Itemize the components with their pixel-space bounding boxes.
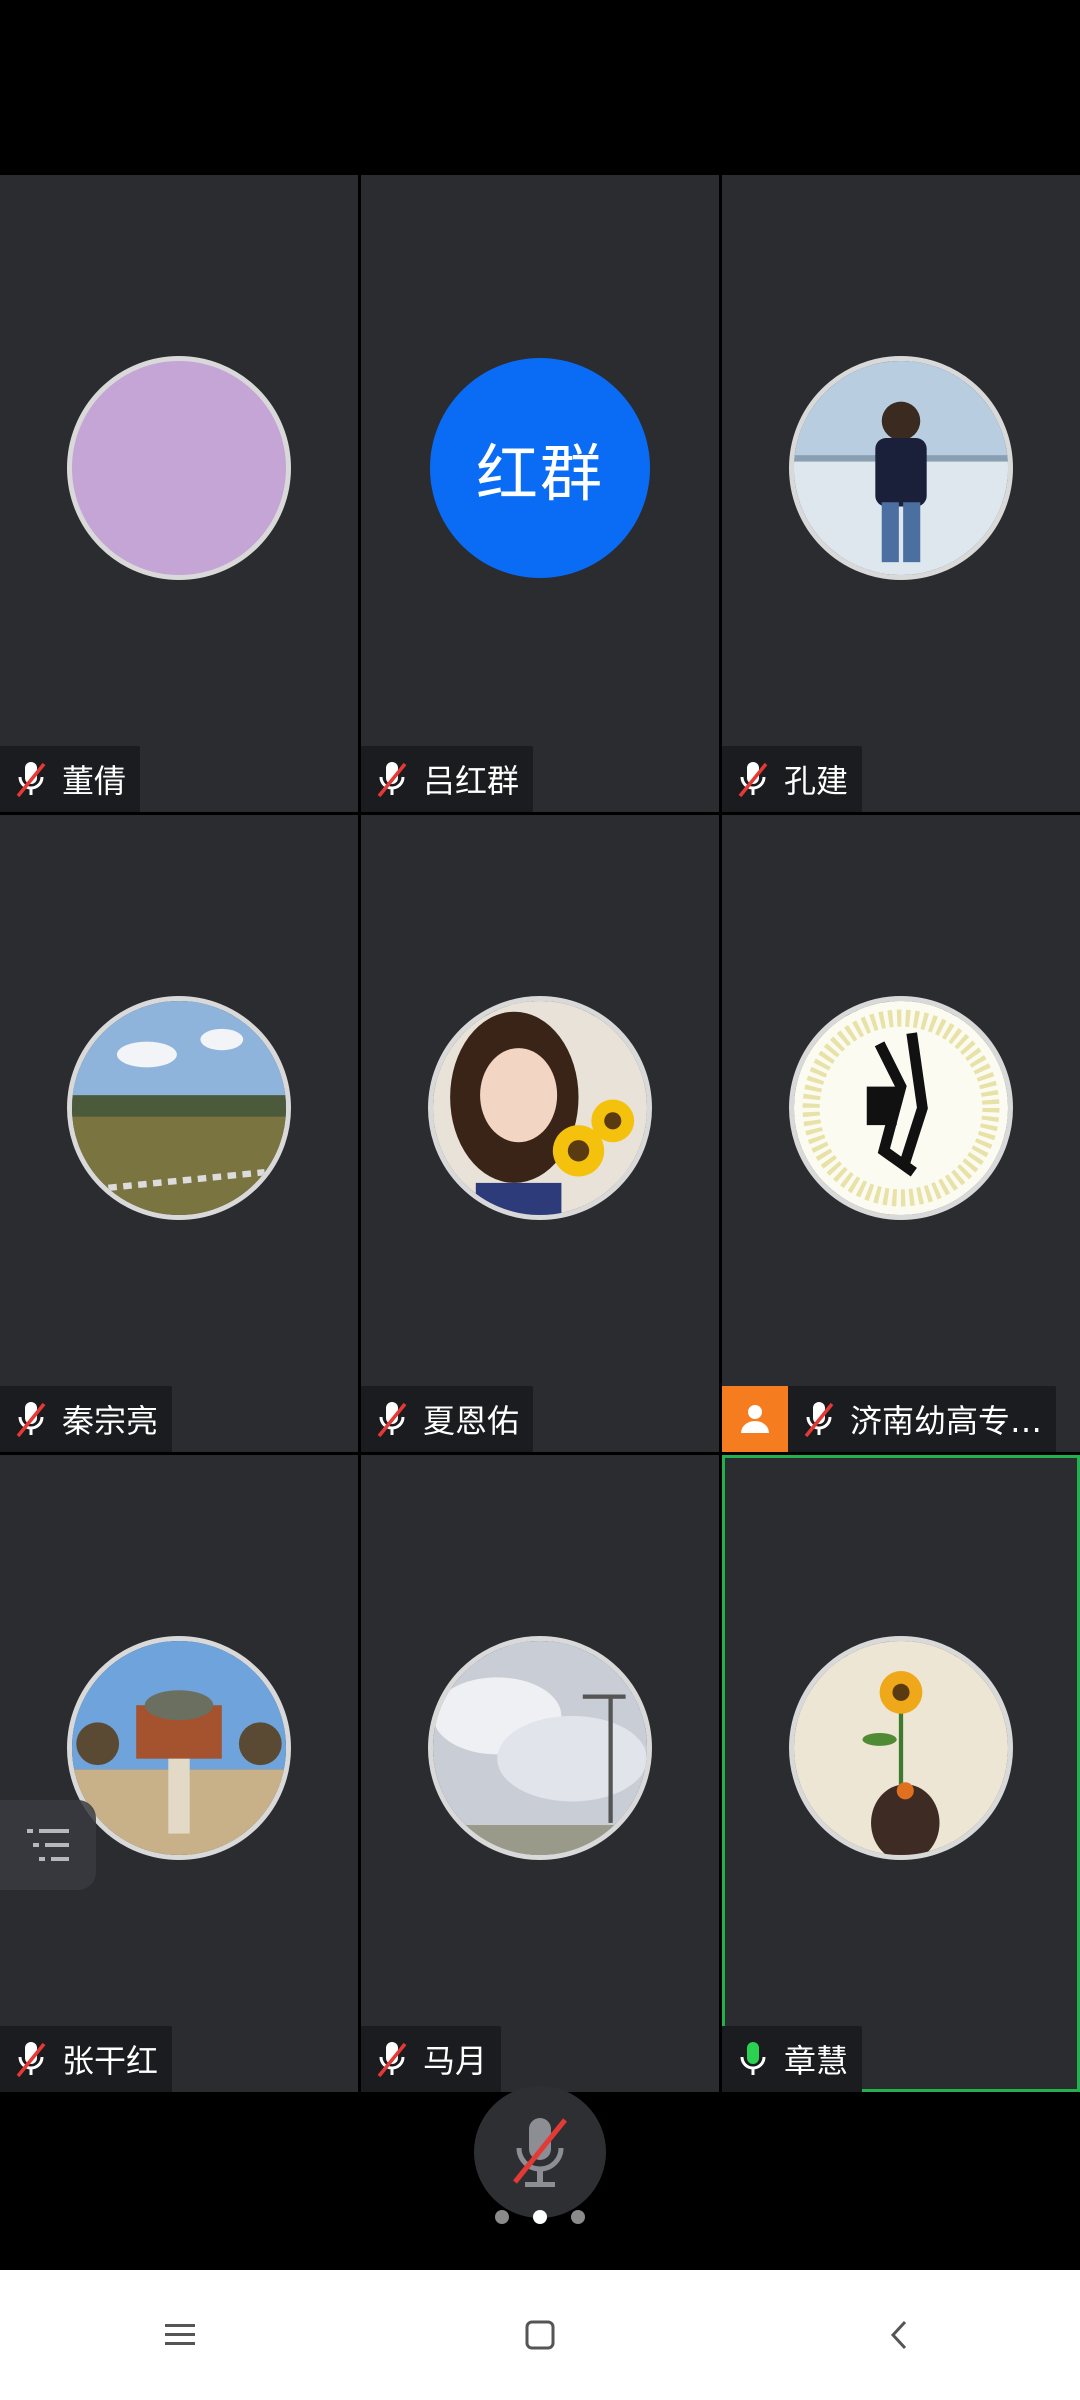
name-tag: 张干红 <box>0 2026 173 2092</box>
page-dot[interactable] <box>571 2210 585 2224</box>
mic-muted-icon <box>377 1402 407 1438</box>
participant-name: 章慧 <box>784 2042 849 2080</box>
mic-muted-icon <box>377 2042 407 2078</box>
participant-grid: 董倩 红群 吕红群 孔建 秦宗亮 夏恩佑 济南幼高专… 张干红 马月 章慧 <box>0 175 1080 2092</box>
mic-muted-icon <box>16 2042 46 2078</box>
menu-icon <box>165 2324 195 2345</box>
nav-menu-button[interactable] <box>120 2275 240 2395</box>
participant-name: 孔建 <box>784 762 849 800</box>
mic-muted-icon <box>738 762 768 798</box>
participant-list-button[interactable] <box>0 1800 96 1890</box>
name-tag: 济南幼高专… <box>722 1386 1057 1452</box>
participant-tile[interactable]: 马月 <box>361 1455 719 2092</box>
name-tag: 章慧 <box>722 2026 863 2092</box>
participant-name: 秦宗亮 <box>62 1402 159 1440</box>
participant-name: 董倩 <box>62 762 127 800</box>
person-icon <box>741 1405 769 1433</box>
participant-name: 张干红 <box>62 2042 159 2080</box>
page-dot-active[interactable] <box>533 2210 547 2224</box>
mic-muted-icon <box>377 762 407 798</box>
participant-name: 马月 <box>423 2042 488 2080</box>
page-dot[interactable] <box>495 2210 509 2224</box>
system-nav-bar <box>0 2270 1080 2400</box>
host-badge <box>722 1386 788 1452</box>
name-tag: 马月 <box>361 2026 502 2092</box>
avatar: 红群 <box>430 358 650 579</box>
mic-muted-icon <box>16 1402 46 1438</box>
avatar <box>789 996 1013 1221</box>
participant-tile[interactable]: 董倩 <box>0 175 358 812</box>
list-icon <box>27 1829 69 1861</box>
name-tag: 秦宗亮 <box>0 1386 173 1452</box>
participant-tile[interactable]: 秦宗亮 <box>0 815 358 1452</box>
mic-muted-icon <box>804 1402 834 1438</box>
participant-name: 济南幼高专… <box>850 1402 1043 1440</box>
participant-name: 吕红群 <box>423 762 520 800</box>
nav-back-button[interactable] <box>840 2275 960 2395</box>
participant-tile[interactable]: 济南幼高专… <box>722 815 1080 1452</box>
participant-tile[interactable]: 夏恩佑 <box>361 815 719 1452</box>
home-icon <box>525 2320 555 2350</box>
name-tag: 吕红群 <box>361 746 534 812</box>
avatar <box>67 996 291 1221</box>
avatar <box>428 996 652 1221</box>
mic-on-icon <box>740 2042 766 2075</box>
avatar <box>67 356 291 581</box>
avatar <box>428 1636 652 1861</box>
participant-tile[interactable]: 孔建 <box>722 175 1080 812</box>
participant-name: 夏恩佑 <box>423 1402 520 1440</box>
name-tag: 孔建 <box>722 746 863 812</box>
name-tag: 夏恩佑 <box>361 1386 534 1452</box>
avatar <box>789 356 1013 581</box>
avatar <box>67 1636 291 1861</box>
name-tag: 董倩 <box>0 746 141 812</box>
participant-tile-active[interactable]: 章慧 <box>722 1455 1080 2092</box>
avatar-initials: 红群 <box>475 437 604 511</box>
page-indicator <box>0 2210 1080 2224</box>
avatar <box>789 1636 1013 1861</box>
back-icon <box>890 2320 907 2350</box>
mic-muted-icon <box>16 762 46 798</box>
mic-muted-icon <box>513 2118 567 2187</box>
participant-tile[interactable]: 红群 吕红群 <box>361 175 719 812</box>
participant-tile[interactable]: 张干红 <box>0 1455 358 2092</box>
mute-toggle-button[interactable] <box>474 2086 606 2218</box>
nav-home-button[interactable] <box>480 2275 600 2395</box>
